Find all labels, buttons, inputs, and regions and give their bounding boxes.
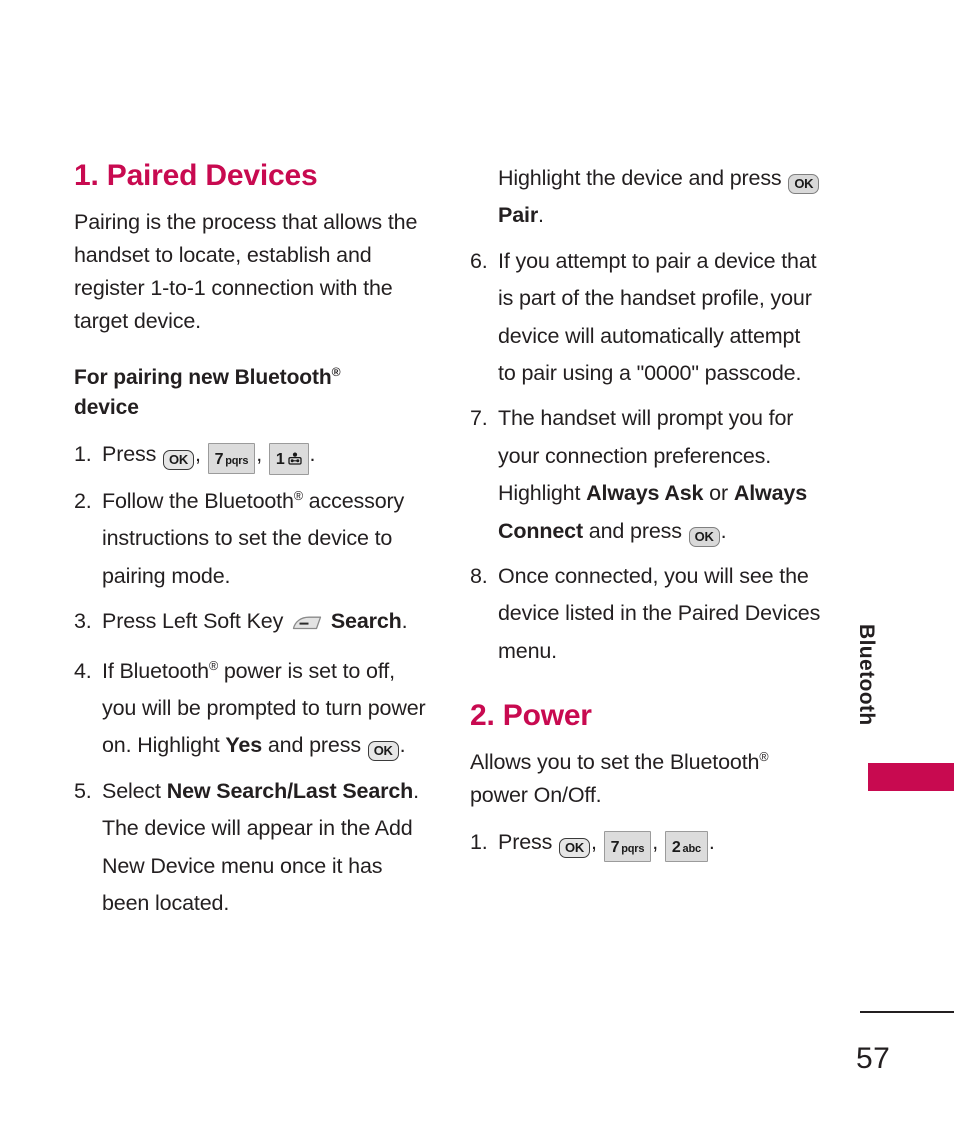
footer-divider: [860, 1011, 954, 1013]
section-heading-paired-devices: 1. Paired Devices: [74, 159, 318, 192]
seven-letters: pqrs: [225, 455, 249, 468]
ok-key-icon: OK: [559, 838, 590, 859]
step-text-bold-a: Always Ask: [586, 481, 704, 506]
step-text: Select: [102, 778, 167, 803]
period-8: .: [708, 830, 715, 855]
step-text: Press: [498, 830, 553, 855]
step-continuation: Highlight the device and press OK Pair.: [470, 160, 822, 235]
power-intro-text: Allows you to set the Bluetooth: [470, 749, 760, 774]
two-digit: 2: [671, 839, 681, 857]
page-number: 57: [856, 1042, 891, 1075]
step-text-bold: New Search/Last Search: [166, 778, 414, 803]
ok-key-icon: OK: [688, 526, 720, 547]
step-text-3: and press: [262, 733, 367, 758]
left-column: 1. Paired Devices Pairing is the process…: [74, 160, 426, 930]
comma-1: ,: [194, 442, 201, 467]
seven-key-icon: 7 pqrs: [603, 831, 652, 862]
one-digit: 1: [275, 451, 285, 469]
step-text-bold: Search: [330, 609, 402, 634]
list-item: 6. If you attempt to pair a device that …: [470, 243, 822, 393]
manual-page: 1. Paired Devices Pairing is the process…: [0, 0, 954, 1145]
voicemail-icon: [287, 448, 302, 470]
ok-key-icon: OK: [163, 450, 194, 471]
two-letters: abc: [682, 843, 702, 856]
seven-key-icon: 7 pqrs: [207, 443, 256, 474]
one-key-icon: 1: [268, 443, 309, 475]
list-item: 7. The handset will prompt you for your …: [470, 400, 822, 550]
step-text: Highlight the device and press: [498, 166, 788, 190]
right-column: Highlight the device and press OK Pair. …: [470, 160, 822, 870]
period-1: .: [309, 442, 316, 467]
list-item: 1. Press OK, 7 pqrs, 2 abc.: [470, 824, 822, 862]
left-soft-key-icon: [292, 607, 322, 644]
step-text: Press Left Soft Key: [102, 609, 284, 634]
step-text-3: and press: [582, 518, 688, 543]
section-heading-power: 2. Power: [470, 699, 592, 733]
step-text-bold: Yes: [225, 733, 263, 758]
registered-mark-icon: ®: [331, 364, 341, 379]
list-item: 3. Press Left Soft Key Search.: [74, 603, 426, 644]
period-3: .: [401, 609, 408, 634]
step-number: 5.: [74, 778, 92, 803]
power-intro-text-2: power On/Off.: [470, 783, 602, 808]
intro-paragraph: Pairing is the process that allows the h…: [74, 209, 418, 334]
step-text: Once connected, you will see the device …: [498, 564, 821, 663]
list-item: 4. If Bluetooth® power is set to off, yo…: [74, 653, 426, 765]
seven-digit: 7: [610, 839, 620, 857]
side-tab-bluetooth: Bluetooth: [846, 624, 886, 764]
ok-key-icon: OK: [367, 741, 399, 762]
step-number: 4.: [74, 658, 92, 683]
registered-mark-icon: ®: [759, 749, 769, 764]
step-number: 8.: [470, 564, 488, 589]
step-text: If you attempt to pair a device that is …: [498, 248, 817, 386]
step-number: 1.: [74, 442, 92, 467]
registered-mark-icon: ®: [293, 488, 303, 503]
side-tab-label: Bluetooth: [855, 624, 878, 726]
step-text-bold: Pair: [498, 203, 539, 228]
step-number: 3.: [74, 609, 92, 634]
seven-letters: pqrs: [621, 843, 645, 856]
step-text: Press: [102, 442, 157, 467]
step-number: 2.: [74, 488, 92, 513]
list-item: 8. Once connected, you will see the devi…: [470, 558, 822, 670]
list-item: 5. Select New Search/Last Search. The de…: [74, 773, 426, 923]
seven-digit: 7: [214, 451, 224, 469]
ok-key-icon: OK: [788, 174, 820, 194]
step-text: Follow the Bluetooth: [102, 488, 294, 513]
period-4: .: [399, 733, 406, 758]
comma-2: ,: [256, 442, 263, 467]
step-text: If Bluetooth: [102, 658, 209, 683]
subheading-for-pairing: For pairing new Bluetooth® device: [74, 363, 426, 423]
subheading-text: For pairing new Bluetooth: [74, 365, 332, 389]
registered-mark-icon: ®: [208, 658, 219, 673]
step-number: 7.: [470, 406, 488, 431]
period-5: .: [538, 203, 544, 228]
step-number: 6.: [470, 248, 488, 273]
subheading-text-2: device: [74, 395, 139, 419]
side-tab-color-bar: [868, 763, 954, 791]
two-key-icon: 2 abc: [664, 831, 708, 862]
list-item: 2. Follow the Bluetooth® accessory instr…: [74, 483, 426, 595]
step-text-2: or: [703, 481, 734, 506]
period-7: .: [720, 518, 727, 543]
comma-4: ,: [652, 830, 659, 855]
comma-3: ,: [590, 830, 597, 855]
power-intro-paragraph: Allows you to set the Bluetooth® power O…: [470, 746, 822, 813]
list-item: 1. Press OK, 7 pqrs, 1.: [74, 436, 426, 475]
step-number: 1.: [470, 830, 488, 855]
